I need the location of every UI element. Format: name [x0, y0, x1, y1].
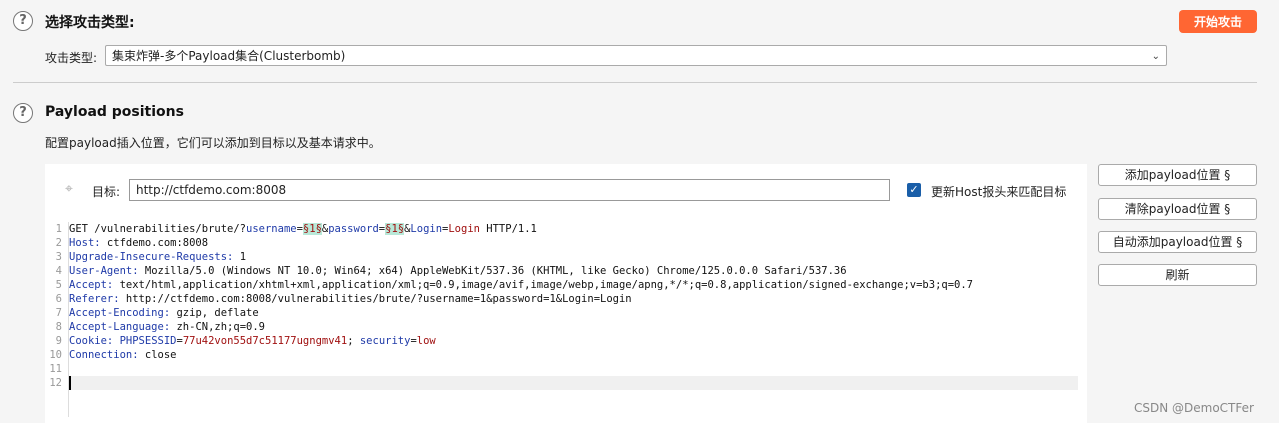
help-icon[interactable]: ?: [13, 103, 33, 123]
payload-positions-description: 配置payload插入位置，它们可以添加到目标以及基本请求中。: [45, 136, 381, 150]
line-code: Accept: text/html,application/xhtml+xml,…: [69, 278, 973, 292]
code-token: HTTP/1.1: [479, 223, 537, 235]
code-token: Cookie:: [69, 335, 114, 347]
line-number: 9: [55, 335, 62, 347]
code-token: ctfdemo.com:8008: [100, 237, 209, 249]
code-token: Mozilla/5.0 (Windows NT 10.0; Win64; x64…: [138, 265, 847, 277]
payload-positions-title: Payload positions: [45, 104, 184, 120]
line-code: Accept-Encoding: gzip, deflate: [69, 306, 259, 320]
code-token: username: [246, 223, 297, 235]
target-label: 目标:: [92, 185, 121, 199]
line-number: 11: [49, 363, 62, 375]
watermark: CSDN @DemoCTFer: [1134, 401, 1254, 415]
text-caret: [69, 376, 71, 390]
line-number: 10: [49, 349, 62, 361]
update-host-checkbox[interactable]: ✓: [907, 183, 921, 197]
line-code: User-Agent: Mozilla/5.0 (Windows NT 10.0…: [69, 264, 847, 278]
line-number: 7: [55, 307, 62, 319]
code-token: Referer:: [69, 293, 120, 305]
target-input[interactable]: http://ctfdemo.com:8008: [129, 179, 890, 201]
code-token: 77u42von55d7c51177ugngmv41: [182, 335, 348, 347]
code-token: text/html,application/xhtml+xml,applicat…: [113, 279, 973, 291]
code-token: zh-CN,zh;q=0.9: [170, 321, 265, 333]
attack-type-select[interactable]: 集束炸弹-多个Payload集合(Clusterbomb) ⌄: [105, 45, 1167, 66]
code-token: password: [328, 223, 379, 235]
code-token: =: [296, 223, 303, 235]
line-number: 12: [49, 377, 62, 389]
code-token: GET /vulnerabilities/brute/?: [69, 223, 247, 235]
code-token: Upgrade-Insecure-Requests:: [69, 251, 234, 263]
code-token: Accept-Encoding:: [69, 307, 171, 319]
code-token: User-Agent:: [69, 265, 139, 277]
code-token: security: [359, 335, 411, 347]
line-code: Upgrade-Insecure-Requests: 1: [69, 250, 246, 264]
attack-type-title: 选择攻击类型:: [45, 15, 135, 31]
code-token: low: [416, 335, 436, 347]
payload-marker: §1§: [302, 223, 322, 235]
code-token: PHPSESSID: [119, 335, 177, 347]
refresh-button[interactable]: 刷新: [1098, 264, 1257, 286]
line-code: Cookie: PHPSESSID=77u42von55d7c51177ugng…: [69, 334, 436, 348]
help-icon[interactable]: ?: [13, 11, 33, 31]
code-token: 1: [233, 251, 247, 263]
code-token: ;: [347, 335, 360, 347]
chevron-down-icon: ⌄: [1151, 51, 1160, 62]
line-code: Referer: http://ctfdemo.com:8008/vulnera…: [69, 292, 632, 306]
line-number: 5: [55, 279, 62, 291]
code-token: Host:: [69, 237, 101, 249]
attack-type-value: 集束炸弹-多个Payload集合(Clusterbomb): [112, 49, 346, 63]
crosshair-icon: ⌖: [65, 181, 73, 197]
code-token: Login: [410, 223, 443, 235]
line-code: Connection: close: [69, 348, 176, 362]
line-code: GET /vulnerabilities/brute/?username=§1§…: [69, 222, 537, 236]
payload-marker: §1§: [385, 223, 405, 235]
update-host-label: 更新Host报头来匹配目标: [931, 185, 1067, 199]
line-number: 6: [55, 293, 62, 305]
line-number: 2: [55, 237, 62, 249]
line-code: Accept-Language: zh-CN,zh;q=0.9: [69, 320, 265, 334]
line-number: 1: [55, 223, 62, 235]
line-number: 4: [55, 265, 62, 277]
code-token: Accept:: [69, 279, 114, 291]
start-attack-button[interactable]: 开始攻击: [1179, 10, 1257, 33]
attack-type-label: 攻击类型:: [45, 51, 98, 65]
line-code: Host: ctfdemo.com:8008: [69, 236, 208, 250]
auto-add-payload-position-button[interactable]: 自动添加payload位置 §: [1098, 231, 1257, 253]
code-token: close: [138, 349, 177, 361]
line-number: 3: [55, 251, 62, 263]
add-payload-position-button[interactable]: 添加payload位置 §: [1098, 164, 1257, 186]
code-token: Connection:: [69, 349, 139, 361]
clear-payload-position-button[interactable]: 清除payload位置 §: [1098, 198, 1257, 220]
code-token: http://ctfdemo.com:8008/vulnerabilities/…: [119, 293, 632, 305]
section-divider: [13, 82, 1257, 83]
code-token: gzip, deflate: [170, 307, 259, 319]
line-number: 8: [55, 321, 62, 333]
code-token: Accept-Language:: [69, 321, 171, 333]
request-editor[interactable]: 1 GET /vulnerabilities/brute/?username=§1…: [48, 222, 1078, 417]
code-token: Login: [448, 223, 480, 235]
